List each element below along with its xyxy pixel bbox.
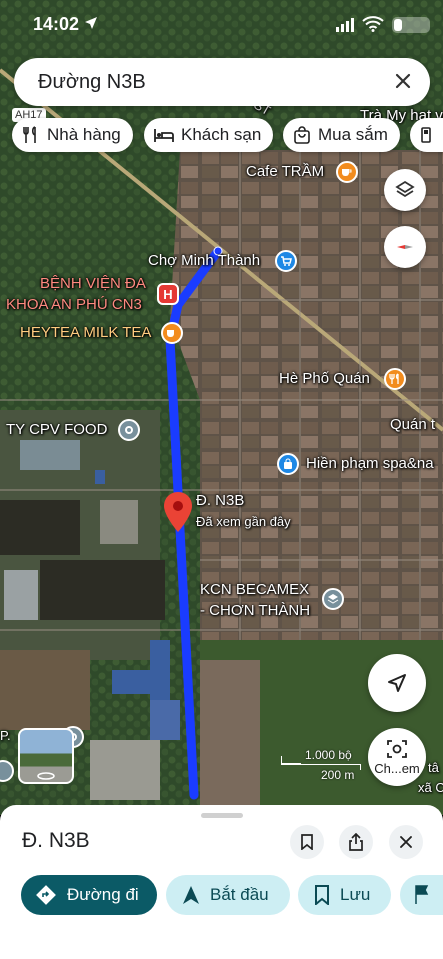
- place-cafe-tram[interactable]: Cafe TRẦM: [246, 163, 324, 180]
- sheet-drag-handle[interactable]: [201, 813, 243, 818]
- gas-station-icon: [421, 127, 431, 143]
- chip-hotels[interactable]: Khách sạn: [144, 118, 274, 152]
- map-scale: 1.000 bộ 200 m: [281, 748, 361, 782]
- place-right-edge-line2: xã Ch: [418, 780, 443, 795]
- place-marker-icon[interactable]: [118, 419, 140, 441]
- compass-button[interactable]: [384, 226, 426, 268]
- street-view-label: Ch...em: [374, 760, 420, 776]
- coffee-cup-icon[interactable]: [161, 322, 183, 344]
- location-arrow-icon: [85, 17, 97, 29]
- chip-shopping[interactable]: Mua sắm: [283, 118, 400, 152]
- directions-label: Đường đi: [67, 885, 139, 904]
- shopping-cart-icon[interactable]: [275, 250, 297, 272]
- navigation-arrow-icon: [183, 886, 199, 904]
- place-hospital-line1[interactable]: BỆNH VIỆN ĐA: [40, 275, 146, 292]
- compass-icon: [397, 245, 413, 249]
- save-label: Lưu: [340, 885, 371, 904]
- scale-metric: 200 m: [321, 768, 355, 782]
- layers-icon: [395, 180, 415, 198]
- cafe-icon[interactable]: [336, 161, 358, 183]
- bookmark-button[interactable]: [290, 825, 324, 859]
- selected-location-pin-icon[interactable]: [164, 492, 192, 532]
- flag-icon: [415, 885, 429, 904]
- my-location-button[interactable]: [368, 654, 426, 712]
- industrial-zone-icon[interactable]: [322, 588, 344, 610]
- bed-icon: [154, 129, 174, 142]
- place-kcn-line1[interactable]: KCN BECAMEX: [200, 581, 309, 598]
- shopping-bag-icon: [294, 126, 310, 144]
- save-button[interactable]: Lưu: [298, 875, 391, 915]
- status-time: 14:02: [33, 14, 80, 34]
- selected-place-name[interactable]: Đ. N3B: [196, 492, 244, 509]
- close-sheet-button[interactable]: [389, 825, 423, 859]
- place-he-pho-quan[interactable]: Hè Phố Quán: [279, 370, 370, 387]
- place-quan[interactable]: Quán t: [390, 416, 435, 433]
- close-icon: [400, 836, 412, 848]
- camera-scan-icon: [387, 739, 407, 758]
- wifi-icon: [362, 16, 384, 32]
- status-bar: 14:02: [0, 0, 443, 48]
- chip-label: Mua sắm: [318, 125, 388, 144]
- place-title: Đ. N3B: [22, 829, 90, 852]
- close-icon[interactable]: [392, 70, 414, 92]
- chip-label: Khách sạn: [181, 125, 262, 144]
- directions-icon: [36, 885, 56, 905]
- place-cho-minh-thanh[interactable]: Chợ Minh Thành: [148, 252, 260, 269]
- more-actions-button[interactable]: [400, 875, 443, 915]
- place-p-label: P.: [0, 728, 11, 743]
- layers-button[interactable]: [384, 169, 426, 211]
- street-view-thumbnail[interactable]: [18, 728, 74, 784]
- search-query[interactable]: Đường N3B: [38, 71, 146, 94]
- search-bar[interactable]: Đường N3B: [14, 58, 430, 106]
- share-button[interactable]: [339, 825, 373, 859]
- place-heytea[interactable]: HEYTEA MILK TEA: [20, 324, 151, 341]
- scale-imperial: 1.000 bộ: [305, 748, 352, 762]
- rotate-360-icon: [37, 772, 55, 780]
- chip-restaurants[interactable]: Nhà hàng: [12, 118, 133, 152]
- bookmark-icon: [315, 885, 329, 905]
- place-hospital-line2[interactable]: KHOA AN PHÚ CN3: [6, 296, 142, 313]
- selected-place-subtitle: Đã xem gần đây: [196, 514, 291, 529]
- start-button[interactable]: Bắt đầu: [166, 875, 290, 915]
- navigation-arrow-icon: [388, 674, 406, 692]
- chip-label: Nhà hàng: [47, 125, 121, 144]
- fork-knife-icon: [23, 126, 36, 143]
- share-icon: [349, 833, 363, 851]
- place-kcn-line2[interactable]: - CHƠN THÀNH: [200, 602, 310, 619]
- place-right-edge-line1: tâ: [428, 760, 439, 775]
- battery-icon: [392, 17, 430, 33]
- shopping-bag-pin-icon[interactable]: [277, 453, 299, 475]
- place-cpv-food[interactable]: TY CPV FOOD: [6, 421, 107, 438]
- place-hien-pham-spa[interactable]: Hiền phạm spa&na: [306, 455, 434, 472]
- directions-button[interactable]: Đường đi: [21, 875, 157, 915]
- place-bottom-sheet[interactable]: Đ. N3B Đường đi Bắt đầu Lưu: [0, 805, 443, 959]
- bookmark-icon: [301, 834, 313, 850]
- start-label: Bắt đầu: [210, 885, 269, 904]
- street-view-button[interactable]: Ch...em: [368, 728, 426, 786]
- signal-icon: [336, 18, 354, 32]
- category-chips: Nhà hàng Khách sạn Mua sắm: [12, 118, 443, 154]
- chip-gas[interactable]: [410, 118, 443, 152]
- restaurant-icon[interactable]: [384, 368, 406, 390]
- hospital-icon[interactable]: H: [157, 283, 179, 305]
